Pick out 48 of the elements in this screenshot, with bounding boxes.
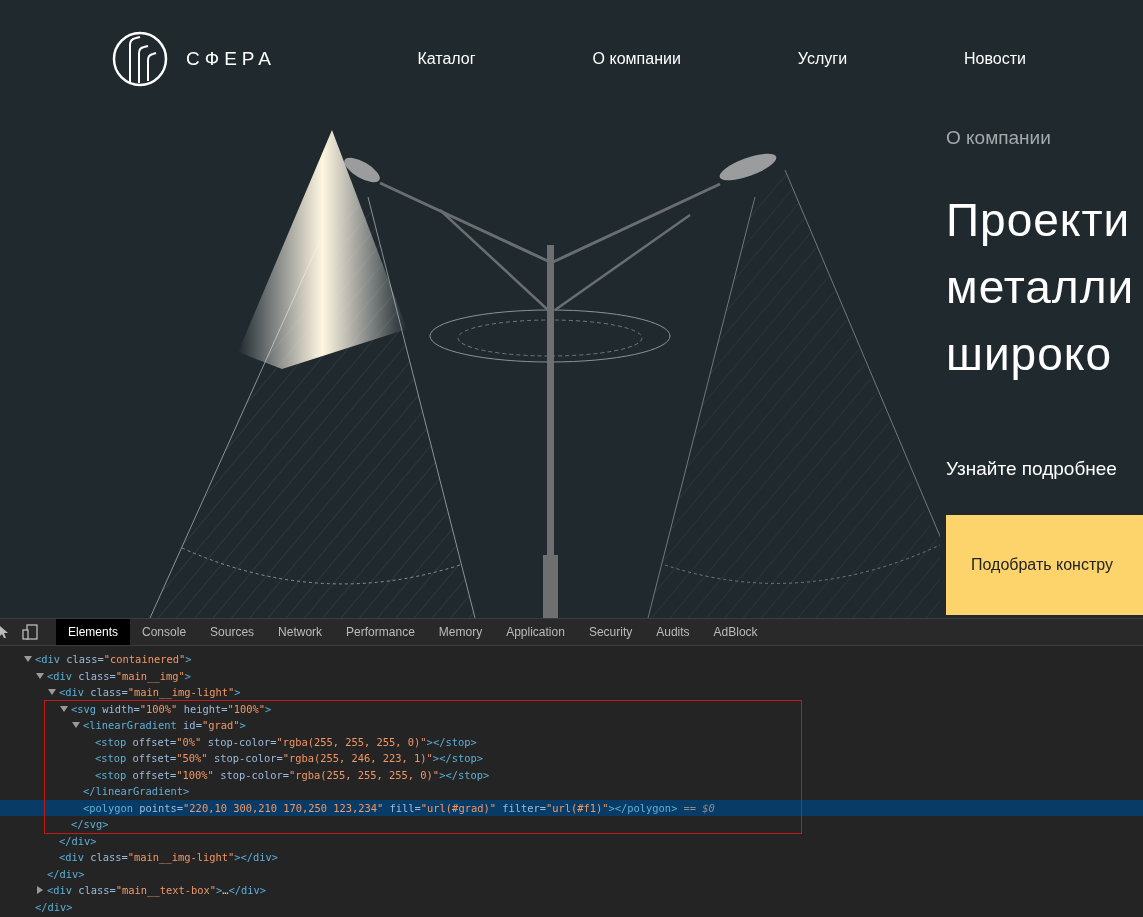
dom-node-code: <stop offset="0%" stop-color="rgba(255, 255, 255, 0)"></stop> [95,734,477,750]
hero-heading-line: Проекти [946,193,1132,248]
devtools-tab[interactable]: Network [266,619,335,645]
hero-heading-line: металли [946,260,1135,315]
disclosure-triangle-icon[interactable] [60,704,68,713]
nav-link[interactable]: О компании [592,50,681,68]
dom-node-code: </div> [35,899,73,915]
dom-node-code: <linearGradient id="grad"> [83,718,246,733]
devtools-tab[interactable]: Elements [56,619,131,645]
devtools-tab[interactable]: Security [576,619,645,645]
disclosure-triangle-icon[interactable] [48,688,56,697]
nav-link[interactable]: Услуги [797,50,848,68]
device-toolbar-icon[interactable] [22,624,38,640]
dom-node-code: <div class="main__text-box">…</div> [47,883,266,899]
dom-node-code: </div> [59,833,97,849]
dom-node-code: <div class="main__img"> [47,668,191,684]
cta-button[interactable]: Подобрать констру [946,515,1143,615]
devtools-tab[interactable]: Console [130,619,199,645]
devtools-tab[interactable]: Memory [426,619,495,645]
selected-node-marker: == $0 [683,800,715,816]
dom-node-code: <stop offset="100%" stop-color="rgba(255, 255, 255, 0)"></stop> [95,767,490,783]
selected-dom-row[interactable]: <polygon points="220,10 300,210 170,250 123,234" fill="url(#grad)" filter="url(#f1)"></polygon> == $0 [0,799,1143,816]
inspect-icon[interactable] [0,625,10,639]
devtools-tab[interactable]: Application [494,619,577,645]
dom-node-code: <div class="main__img-light"></div> [59,850,278,866]
disclosure-triangle-icon[interactable] [36,671,44,680]
disclosure-triangle-icon[interactable] [24,655,32,664]
devtools-tab[interactable]: Performance [334,619,427,645]
devtools-tab[interactable]: Sources [198,619,267,645]
dom-node-code: </div> [47,866,85,882]
devtools-tab[interactable]: AdBlock [701,619,770,645]
nav-link[interactable]: Каталог [417,50,476,68]
street-lamps-logo-icon [112,31,168,87]
devtools-tab[interactable]: Audits [644,619,702,645]
dom-node-code: <div class="main__img-light"> [59,685,241,701]
hero-heading-line: широко [946,327,1113,382]
dom-node-code: </svg> [71,817,109,832]
nav-link[interactable]: Новости [964,50,1026,68]
disclosure-triangle-icon[interactable] [36,886,44,895]
dom-node-code: </linearGradient> [83,784,190,799]
disclosure-triangle-icon[interactable] [72,721,80,730]
dom-node-code: <svg width="100%" height="100%"> [71,701,272,717]
logo-text: СФЕРА [186,48,276,70]
section-label: О компании [946,127,1051,149]
dom-node-code: <polygon points="220,10 300,210 170,250 123,234" fill="url(#grad)" filter="url(#f1)"></polygon> [83,800,678,816]
dom-node-code: <div class="containered"> [35,652,192,667]
hero-subtitle: Узнайте подробнее [946,458,1117,480]
dom-node-code: <stop offset="50%" stop-color="rgba(255, 246, 223, 1)"></stop> [95,751,483,766]
